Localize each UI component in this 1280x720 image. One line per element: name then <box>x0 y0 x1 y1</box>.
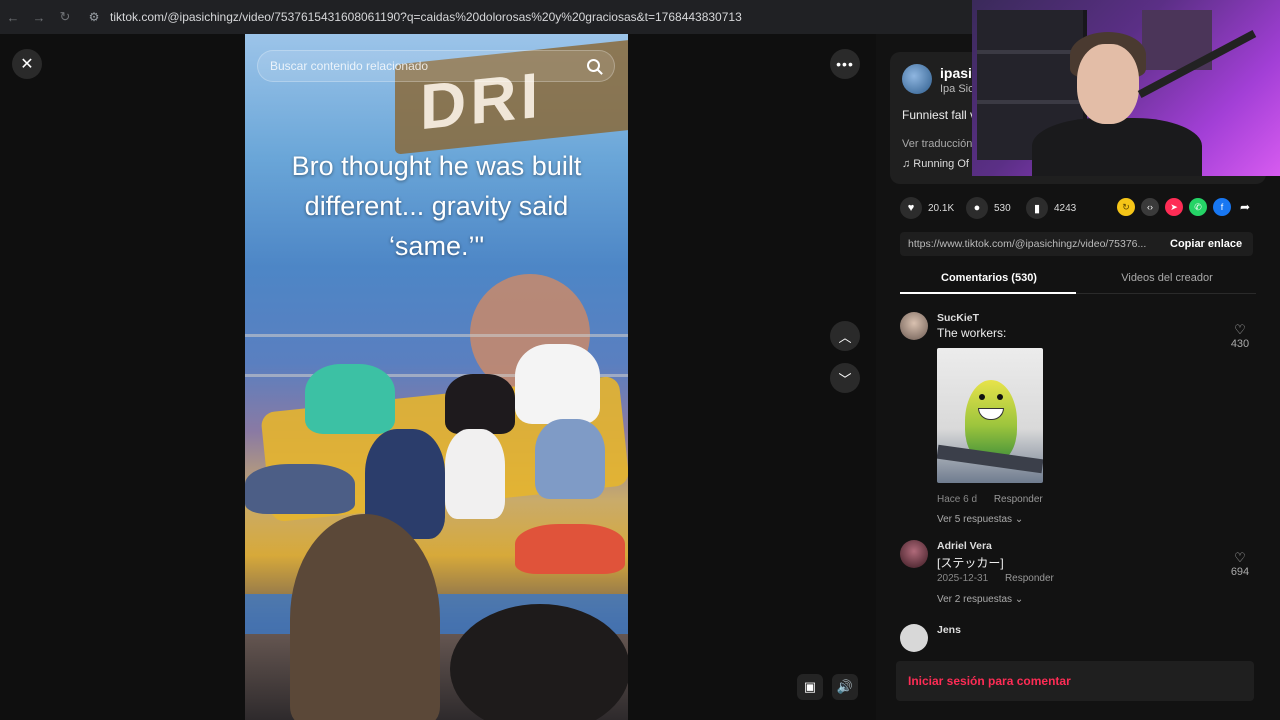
reply-button[interactable]: Responder <box>1005 573 1054 584</box>
commenter-avatar[interactable] <box>900 312 928 340</box>
shelf-board <box>977 100 1087 104</box>
author-avatar[interactable] <box>902 64 932 94</box>
comment-sticker-image <box>937 348 1043 483</box>
streamer-face <box>1077 44 1139 124</box>
comment-like-count: 430 <box>1230 338 1250 350</box>
commenter-name[interactable]: Adriel Vera <box>937 540 992 552</box>
streamer-webcam-overlay <box>972 0 1280 176</box>
translate-link[interactable]: Ver traducción <box>902 138 972 150</box>
streamer-body <box>1032 118 1202 176</box>
rider-white-shirt <box>515 344 600 424</box>
login-to-comment-text[interactable]: Iniciar sesión para comentar <box>908 674 1071 688</box>
chevron-up-icon: ︿ <box>838 329 852 345</box>
commenter-avatar[interactable] <box>900 540 928 568</box>
comment-meta: Hace 6 d Responder <box>937 494 1043 505</box>
repost-icon[interactable]: ↻ <box>1117 198 1135 216</box>
chevron-down-icon: ﹀ <box>838 371 852 387</box>
rider-red-shirt <box>515 524 625 574</box>
heart-icon: ♥ <box>900 197 922 219</box>
login-to-comment-bar[interactable]: Iniciar sesión para comentar <box>896 661 1254 701</box>
close-icon: ✕ <box>20 56 34 73</box>
arrow-left-icon[interactable]: ← <box>0 0 26 34</box>
video-link[interactable]: https://www.tiktok.com/@ipasichingz/vide… <box>900 238 1158 250</box>
commenter-name[interactable]: SucKieT <box>937 312 979 324</box>
more-options-button[interactable]: ••• <box>830 49 860 79</box>
like-button[interactable]: ♥ 20.1K <box>900 196 954 220</box>
reply-button[interactable]: Responder <box>994 494 1043 505</box>
comment-icon: ● <box>966 197 988 219</box>
comments-list: SucKieT The workers: Hace 6 d Responder … <box>876 304 1280 674</box>
heart-icon: ♡ <box>1234 550 1246 565</box>
music-link[interactable]: ♫ Running Of <box>902 158 969 170</box>
comment-meta: 2025-12-31 Responder <box>937 573 1054 584</box>
copy-link-row: https://www.tiktok.com/@ipasichingz/vide… <box>900 232 1253 256</box>
volume-button[interactable]: 🔊 <box>832 674 858 700</box>
comment-button[interactable]: ● 530 <box>966 196 1011 220</box>
more-icon: ••• <box>836 56 854 72</box>
panel-tabs: Comentarios (530) Videos del creador <box>900 268 1256 294</box>
author-nickname: Ipa Sic <box>940 83 974 95</box>
rider-white-pants <box>445 429 505 519</box>
view-replies-button[interactable]: Ver 5 respuestas ⌄ <box>937 514 1023 525</box>
video-stage: ✕ ••• DRI Bro thought he was built diffe… <box>0 34 876 720</box>
view-replies-button[interactable]: Ver 2 respuestas ⌄ <box>937 594 1023 605</box>
comment-text: The workers: <box>937 326 1007 340</box>
commenter-avatar[interactable] <box>900 624 928 652</box>
related-search-bar[interactable] <box>257 50 615 82</box>
share-arrow-icon[interactable]: ➦ <box>1236 198 1254 216</box>
reload-icon[interactable]: ↻ <box>52 0 78 34</box>
author-name[interactable]: ipasi <box>940 65 972 81</box>
heart-icon: ♡ <box>1234 322 1246 337</box>
volume-icon: 🔊 <box>836 679 854 694</box>
comment-time: 2025-12-31 <box>937 573 989 584</box>
facebook-icon[interactable]: f <box>1213 198 1231 216</box>
parakeet-eye <box>997 394 1003 400</box>
url-text[interactable]: tiktok.com/@ipasichingz/video/7537615431… <box>110 10 742 24</box>
comment-like-button[interactable]: ♡ 694 <box>1220 550 1260 578</box>
like-count: 20.1K <box>928 202 955 214</box>
send-icon[interactable]: ➤ <box>1165 198 1183 216</box>
action-bar: ♥ 20.1K ● 530 ▮ 4243 ↻ ‹› ➤ ✆ f ➦ <box>900 196 1270 220</box>
bookmark-icon: ▮ <box>1026 197 1048 219</box>
arrow-right-icon[interactable]: → <box>26 0 52 34</box>
tab-comments[interactable]: Comentarios (530) <box>900 272 1078 284</box>
comment-like-count: 694 <box>1230 566 1250 578</box>
commenter-name[interactable]: Jens <box>937 624 961 636</box>
embed-icon[interactable]: ‹› <box>1141 198 1159 216</box>
tab-creator-videos[interactable]: Videos del creador <box>1078 272 1256 284</box>
active-tab-indicator <box>900 292 1076 294</box>
ride-rail <box>245 334 628 337</box>
related-search-input[interactable] <box>270 59 570 73</box>
parakeet-eye <box>979 394 985 400</box>
spectator-hair <box>290 514 440 720</box>
save-button[interactable]: ▮ 4243 <box>1026 196 1076 220</box>
previous-video-button[interactable]: ︿ <box>830 321 860 351</box>
spectator-head <box>450 604 628 720</box>
next-video-button[interactable]: ﹀ <box>830 363 860 393</box>
comment-count: 530 <box>994 202 1011 214</box>
video-caption: Bro thought he was built different... gr… <box>291 151 582 261</box>
rider-black-top <box>445 374 515 434</box>
site-settings-icon[interactable]: ⚙ <box>84 10 104 24</box>
comment-like-button[interactable]: ♡ 430 <box>1220 322 1260 350</box>
save-count: 4243 <box>1054 202 1077 214</box>
rider-left <box>245 464 355 514</box>
whatsapp-icon[interactable]: ✆ <box>1189 198 1207 216</box>
floating-player-button[interactable]: ▣ <box>797 674 823 700</box>
comment-time: Hace 6 d <box>937 494 978 505</box>
comment-text: [ステッカー] <box>937 556 1004 570</box>
search-icon[interactable] <box>587 59 600 72</box>
close-button[interactable]: ✕ <box>12 49 42 79</box>
rider-teal-shirt <box>305 364 395 434</box>
video-player[interactable]: DRI Bro thought he was built different..… <box>245 34 628 720</box>
address-bar[interactable]: ⚙ tiktok.com/@ipasichingz/video/75376154… <box>84 5 984 29</box>
post-description: Funniest fall v undefeated" <box>902 108 972 122</box>
copy-link-button[interactable]: Copiar enlace <box>1158 238 1242 250</box>
picture-in-picture-icon: ▣ <box>803 679 817 694</box>
rider-light-jeans <box>535 419 605 499</box>
